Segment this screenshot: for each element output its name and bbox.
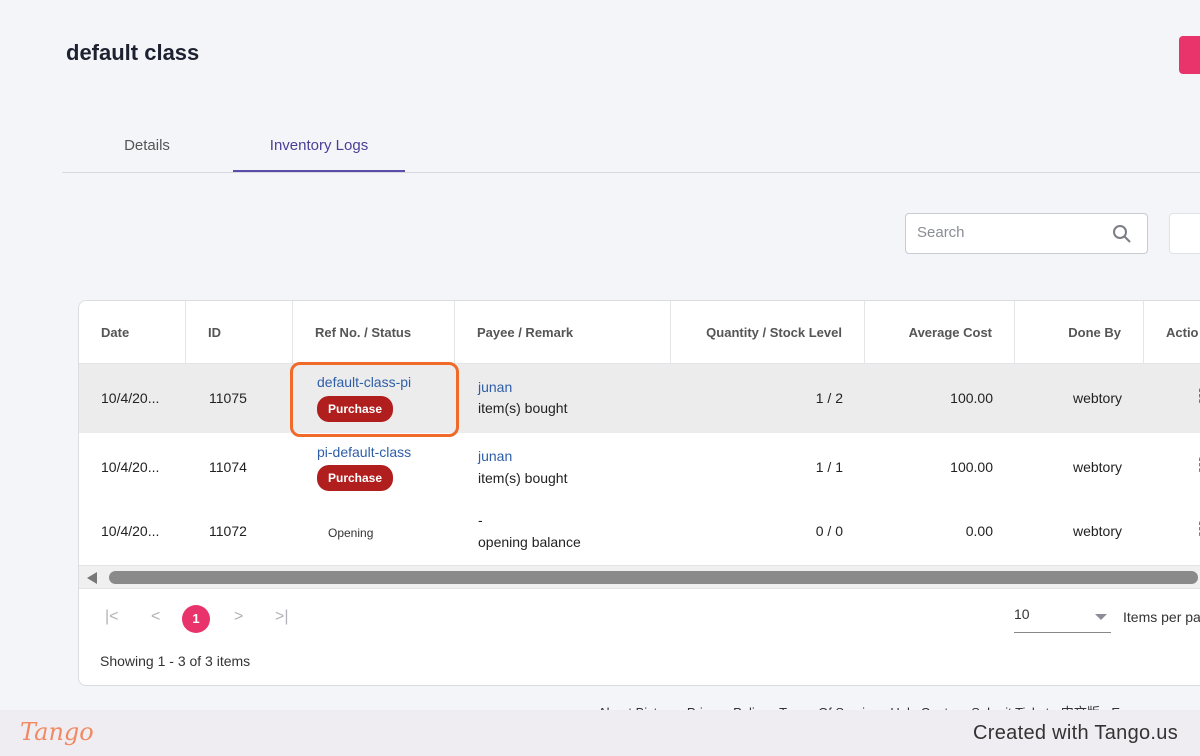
cell-done-by: webtory [1072,390,1122,406]
prev-page-icon[interactable]: < [151,608,160,626]
column-header-id[interactable]: ID [186,301,293,364]
column-header-quantity[interactable]: Quantity / Stock Level [671,301,865,364]
cell-remark: opening balance [478,534,581,550]
ref-link[interactable]: pi-default-class [317,444,411,460]
status-badge-wrap: Purchase [317,465,394,491]
column-header-done-by[interactable]: Done By [1015,301,1144,364]
inventory-log-table: Date ID Ref No. / Status Payee / Remark … [78,300,1200,686]
cell-date: 10/4/20... [101,390,160,406]
tab-bar: Details Inventory Logs [62,128,1200,173]
tutorial-highlight [290,362,459,437]
scrollbar-thumb[interactable] [109,571,1198,584]
items-per-page-value: 10 [1014,606,1030,622]
cell-quantity: 1 / 2 [815,390,843,406]
cell-done-by: webtory [1072,523,1122,539]
cell-id: 11072 [209,523,247,539]
column-header-payee[interactable]: Payee / Remark [455,301,671,364]
column-menu-button[interactable]: ⋮ [1169,213,1200,254]
search-box [905,213,1148,254]
items-per-page-label: Items per pa [1123,609,1200,625]
row-actions-icon[interactable]: ⋮ [1192,519,1200,540]
chevron-down-icon [1095,614,1107,620]
tango-logo: Tango [20,718,94,746]
column-header-date[interactable]: Date [79,301,186,364]
column-header-action: Actio [1166,325,1199,340]
payee-link[interactable]: junan [478,379,512,395]
column-header-avg-cost[interactable]: Average Cost [865,301,1015,364]
table-header: Date ID Ref No. / Status Payee / Remark … [79,301,1200,364]
search-input[interactable] [917,224,1107,241]
page-title: default class [66,40,200,65]
column-header-ref[interactable]: Ref No. / Status [293,301,455,364]
cell-id: 11074 [209,459,247,475]
first-page-icon[interactable]: |< [105,608,119,626]
next-page-icon[interactable]: > [234,608,243,626]
cell-id: 11075 [209,390,247,406]
cell-date: 10/4/20... [101,459,160,475]
scroll-left-arrow-icon[interactable] [87,572,97,584]
footer-links[interactable]: About Biztory · Privacy Policy · Terms O… [598,702,1200,710]
cell-avg-cost: 0.00 [965,523,993,539]
cell-date: 10/4/20... [101,523,160,539]
status-label: Opening [328,526,374,540]
cell-remark: item(s) bought [478,400,568,416]
row-actions-icon[interactable]: ⋮ [1192,386,1200,407]
tab-inventory-logs[interactable]: Inventory Logs [233,128,405,172]
page-button-current[interactable]: 1 [182,605,210,633]
pagination-summary: Showing 1 - 3 of 3 items [100,653,251,669]
horizontal-scrollbar[interactable] [79,565,1200,589]
tab-details[interactable]: Details [82,128,212,172]
cell-remark: item(s) bought [478,470,568,486]
items-per-page-select[interactable]: 10 [1014,606,1111,633]
cell-quantity: 1 / 1 [815,459,843,475]
last-page-icon[interactable]: >| [275,608,289,626]
tango-watermark-bar: Tango Created with Tango.us [0,710,1200,756]
cell-done-by: webtory [1072,459,1122,475]
cell-payee: - [478,512,483,528]
payee-link[interactable]: junan [478,448,512,464]
row-actions-icon[interactable]: ⋮ [1192,455,1200,476]
table-row[interactable]: 10/4/20... 11074 pi-default-class Purcha… [79,433,1200,503]
search-icon[interactable] [1112,224,1132,244]
table-row[interactable]: 10/4/20... 11075 default-class-pi Purcha… [79,364,1200,433]
tango-credit: Created with Tango.us [973,722,1178,744]
cell-avg-cost: 100.00 [950,390,993,406]
cell-avg-cost: 100.00 [950,459,993,475]
top-action-button[interactable] [1179,36,1200,74]
table-row[interactable]: 10/4/20... 11072 Opening - opening balan… [79,503,1200,561]
status-badge: Purchase [317,465,394,491]
cell-quantity: 0 / 0 [815,523,843,539]
